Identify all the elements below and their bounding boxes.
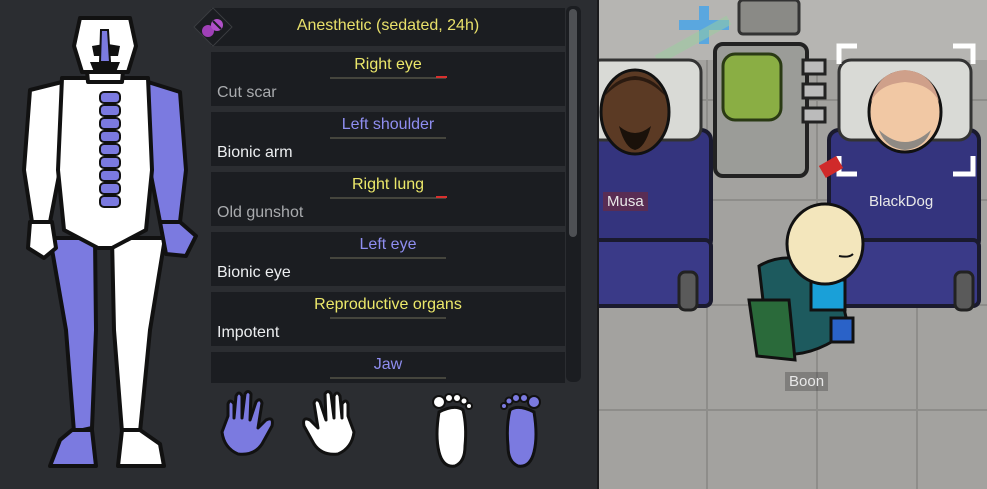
body-diagram[interactable] [0,0,210,489]
left-arm [22,80,64,224]
map-scene [599,0,987,489]
left-hand-icon [302,390,356,456]
map-view[interactable]: Musa BlackDog Boon [599,0,987,489]
left-eye-bionic [98,29,112,63]
right-hand-icon [220,390,274,456]
right-foot-icon [432,393,473,468]
colonist-name-blackdog[interactable]: BlackDog [865,192,937,211]
condition-label: Bionic arm [217,144,293,161]
body-part-label: Jaw [373,356,403,373]
body-part-label: Right eye [354,56,422,73]
left-foot-icon [500,393,541,468]
hediff-row[interactable]: Left shoulder Bionic arm [211,112,565,166]
status-effect-row[interactable]: Anesthetic (sedated, 24h) [211,8,565,46]
condition-label: Impotent [217,324,280,341]
body-part-label: Reproductive organs [314,296,462,313]
colonist-name-boon[interactable]: Boon [785,372,829,391]
hediff-row[interactable]: Left eye Bionic eye [211,232,565,286]
hediff-list: Anesthetic (sedated, 24h) Right eye Cut … [211,0,565,383]
severity-bar [436,76,447,78]
hediff-row[interactable]: Right lung Old gunshot [211,172,565,226]
body-part-label: Right lung [351,176,425,193]
hediff-row[interactable]: Right eye Cut scar [211,52,565,106]
hediff-row[interactable]: Jaw [211,352,565,383]
right-arm-bionic [146,80,188,224]
pill-icon [193,7,233,47]
hediff-row[interactable]: Reproductive organs Impotent [211,292,565,346]
body-part-label: Left eye [359,236,417,253]
scrollbar[interactable] [566,6,581,382]
body-part-label: Left shoulder [341,116,435,133]
colonist-name-musa[interactable]: Musa [603,192,648,211]
severity-bar [436,196,447,198]
right-leg [48,236,98,434]
status-effect-label: Anesthetic (sedated, 24h) [296,17,480,34]
condition-label: Cut scar [217,84,277,101]
condition-label: Bionic eye [217,264,291,281]
health-panel: Anesthetic (sedated, 24h) Right eye Cut … [0,0,597,489]
condition-label: Old gunshot [217,204,304,221]
scrollbar-thumb[interactable] [569,9,577,237]
